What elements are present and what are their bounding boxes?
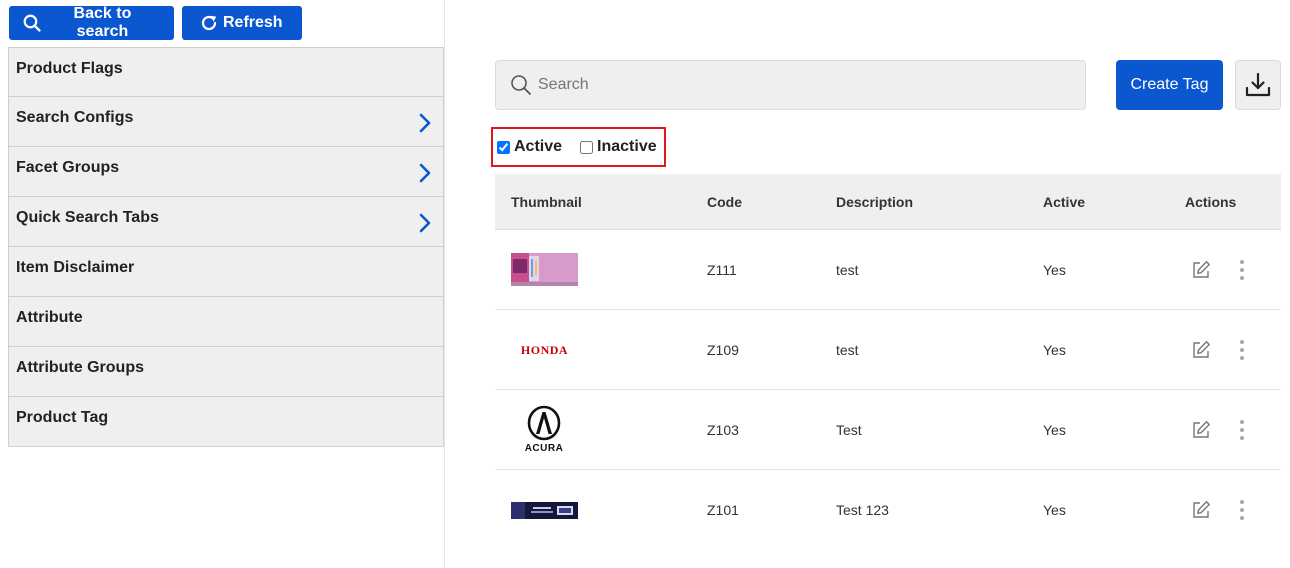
description-cell: Test 123: [836, 502, 889, 518]
search-box: [495, 60, 1086, 110]
column-header-actions: Actions: [1185, 193, 1237, 210]
inactive-filter-label: Inactive: [597, 138, 657, 155]
active-filter[interactable]: Active: [497, 138, 562, 156]
status-filter: Active Inactive: [491, 127, 666, 167]
code-cell: Z101: [707, 502, 739, 518]
code-cell: Z109: [707, 341, 739, 358]
actions-cell: [1169, 499, 1281, 521]
search-icon: [23, 14, 41, 32]
sidebar-item-product-flags[interactable]: Product Flags: [8, 47, 444, 97]
more-vertical-icon[interactable]: [1239, 259, 1245, 281]
column-header-thumbnail[interactable]: Thumbnail: [495, 194, 691, 210]
edit-icon[interactable]: [1191, 260, 1211, 280]
sidebar-item-label: Product Flags: [16, 60, 123, 77]
inactive-checkbox[interactable]: [580, 140, 594, 154]
active-checkbox[interactable]: [497, 140, 510, 154]
sidebar-item-item-disclaimer[interactable]: Item Disclaimer: [8, 247, 444, 297]
acura-logo-text: ACURA: [525, 443, 564, 454]
chevron-right-icon: [419, 113, 431, 133]
sidebar-item-label: Quick Search Tabs: [16, 209, 159, 226]
edit-icon[interactable]: [1191, 420, 1211, 440]
column-header-code[interactable]: Code: [691, 194, 820, 210]
edit-icon[interactable]: [1191, 500, 1211, 520]
create-tag-button[interactable]: Create Tag: [1116, 60, 1223, 110]
sidebar-item-label: Item Disclaimer: [16, 259, 135, 276]
actions-cell: [1169, 419, 1281, 441]
description-cell: Test: [836, 421, 862, 438]
description-cell: test: [836, 341, 859, 358]
download-button[interactable]: [1235, 60, 1281, 110]
sidebar-item-label: Product Tag: [16, 409, 109, 426]
more-vertical-icon[interactable]: [1239, 339, 1245, 361]
table-row[interactable]: HONDA Z109 test Yes: [495, 310, 1281, 390]
actions-cell: [1169, 339, 1281, 361]
refresh-icon: [201, 15, 217, 31]
thumbnail-cell: [495, 501, 691, 519]
product-tag-table: Thumbnail Code Description Active Action…: [495, 174, 1281, 550]
table-row[interactable]: Z111 test Yes: [495, 230, 1281, 310]
sidebar-menu: Product Flags Search Configs Facet Group…: [8, 47, 444, 447]
sidebar-item-search-configs[interactable]: Search Configs: [8, 97, 444, 147]
back-to-search-label: Back to search: [73, 5, 132, 40]
inactive-filter[interactable]: Inactive: [580, 138, 657, 156]
edit-icon[interactable]: [1191, 340, 1211, 360]
sidebar-item-attribute[interactable]: Attribute: [8, 297, 444, 347]
sidebar-item-label: Facet Groups: [16, 159, 120, 176]
thumbnail-cell: [495, 253, 691, 286]
search-icon: [511, 75, 531, 95]
table-row[interactable]: Z101 Test 123 Yes: [495, 470, 1281, 550]
active-cell: Yes: [1043, 502, 1066, 518]
sidebar-item-facet-groups[interactable]: Facet Groups: [8, 147, 444, 197]
column-header-description[interactable]: Description: [820, 194, 1027, 210]
sidebar-item-label: Attribute: [16, 309, 83, 326]
acura-logo-thumbnail: ACURA: [525, 405, 564, 454]
sidebar-item-product-tag[interactable]: Product Tag: [8, 397, 444, 447]
back-to-search-button[interactable]: Back to search: [9, 5, 174, 40]
thumbnail-cell: ACURA: [495, 405, 691, 455]
sidebar-item-quick-search-tabs[interactable]: Quick Search Tabs: [8, 197, 444, 247]
refresh-label: Refresh: [223, 14, 283, 31]
active-cell: Yes: [1043, 421, 1066, 438]
description-cell: test: [836, 261, 859, 278]
active-cell: Yes: [1043, 261, 1066, 278]
table-header: Thumbnail Code Description Active Action…: [495, 174, 1281, 230]
more-vertical-icon[interactable]: [1239, 419, 1245, 441]
dark-banner-thumbnail: [511, 501, 578, 519]
code-cell: Z111: [707, 261, 737, 278]
pink-banner-thumbnail: [511, 253, 578, 286]
sidebar-item-label: Search Configs: [16, 109, 134, 126]
active-filter-label: Active: [514, 138, 563, 155]
search-input[interactable]: [538, 76, 1058, 94]
chevron-right-icon: [419, 163, 431, 183]
thumbnail-cell: HONDA: [495, 343, 691, 357]
actions-cell: [1169, 259, 1281, 281]
sidebar-item-attribute-groups[interactable]: Attribute Groups: [8, 347, 444, 397]
table-row[interactable]: ACURA Z103 Test Yes: [495, 390, 1281, 470]
code-cell: Z103: [707, 421, 739, 438]
top-button-bar: Back to search Refresh: [9, 5, 302, 40]
download-icon: [1245, 72, 1271, 97]
column-header-active[interactable]: Active: [1027, 194, 1169, 210]
more-vertical-icon[interactable]: [1239, 499, 1245, 521]
refresh-button[interactable]: Refresh: [182, 6, 302, 40]
left-panel: Back to search Refresh Product Flags Sea…: [0, 0, 445, 568]
sidebar-item-label: Attribute Groups: [16, 359, 144, 376]
honda-logo-thumbnail: HONDA: [521, 343, 568, 357]
active-cell: Yes: [1043, 341, 1066, 358]
chevron-right-icon: [419, 213, 431, 233]
honda-logo-text: HONDA: [521, 343, 568, 357]
